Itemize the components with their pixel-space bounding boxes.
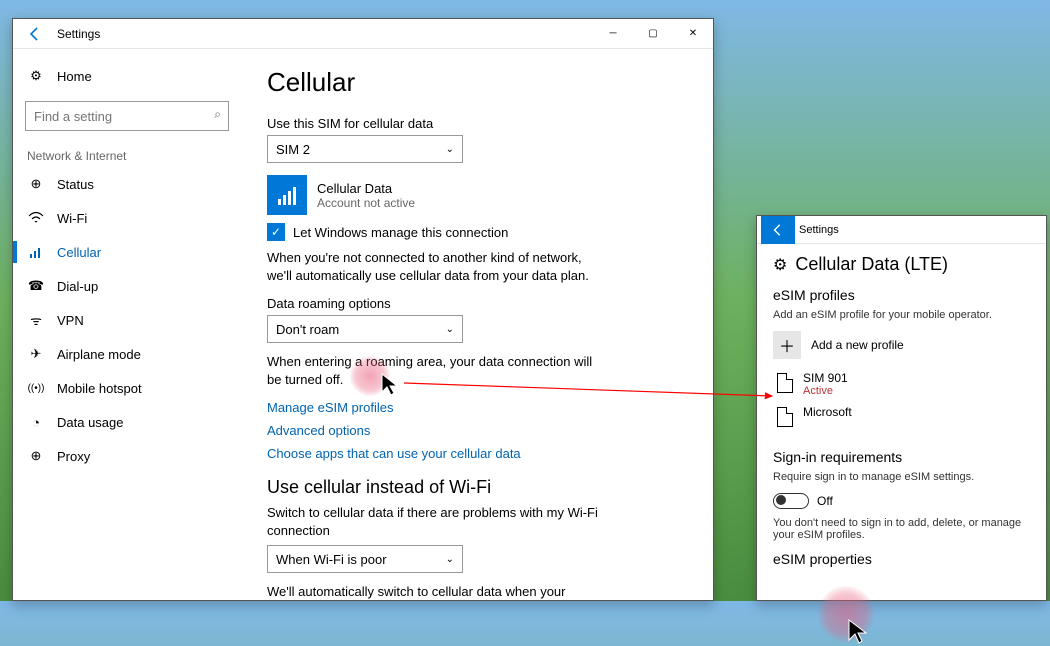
cellular-icon <box>27 245 45 259</box>
sidebar-item-cellular[interactable]: Cellular <box>13 235 241 269</box>
nav-label: Data usage <box>57 415 124 430</box>
fallback-desc1: Switch to cellular data if there are pro… <box>267 504 607 539</box>
fallback-dropdown-value: When Wi-Fi is poor <box>276 552 387 567</box>
roaming-dropdown-label: Data roaming options <box>267 296 687 311</box>
sidebar: ⚙ Home ⌕ Network & Internet ⊕ Status Wi-… <box>13 49 241 600</box>
manage-desc: When you're not connected to another kin… <box>267 249 607 284</box>
search-icon: ⌕ <box>214 107 221 122</box>
signin-req-desc: Require sign in to manage eSIM settings. <box>773 471 1030 483</box>
add-profile-label: Add a new profile <box>811 338 904 352</box>
window-controls: ─ ▢ ✕ <box>593 19 713 49</box>
airplane-icon: ✈ <box>27 346 45 362</box>
add-profile-button[interactable]: ＋ Add a new profile <box>773 331 1030 359</box>
fallback-heading: Use cellular instead of Wi-Fi <box>267 477 687 498</box>
nav-label: VPN <box>57 313 84 328</box>
nav-group-label: Network & Internet <box>13 143 241 167</box>
settings-main-window: Settings ─ ▢ ✕ ⚙ Home ⌕ Network & Intern… <box>12 18 714 601</box>
plus-icon: ＋ <box>773 331 801 359</box>
datausage-icon: ◔ <box>27 415 45 430</box>
globe-icon: ⊕ <box>27 448 45 464</box>
roaming-dropdown[interactable]: Don't roam ⌄ <box>267 315 463 343</box>
sim-dropdown-label: Use this SIM for cellular data <box>267 116 687 131</box>
profile-status: Active <box>803 385 848 397</box>
advanced-options-link[interactable]: Advanced options <box>267 423 687 438</box>
tile-status: Account not active <box>317 196 415 210</box>
manage-connection-checkbox-row[interactable]: ✓ Let Windows manage this connection <box>267 223 687 241</box>
back-button[interactable] <box>17 19 53 49</box>
sidebar-item-airplane[interactable]: ✈ Airplane mode <box>13 337 241 371</box>
tile-title: Cellular Data <box>317 181 415 196</box>
esim-profiles-desc: Add an eSIM profile for your mobile oper… <box>773 309 1030 321</box>
fallback-dropdown[interactable]: When Wi-Fi is poor ⌄ <box>267 545 463 573</box>
page-title: Cellular Data (LTE) <box>795 254 948 275</box>
fallback-desc2: We'll automatically switch to cellular d… <box>267 583 607 600</box>
gear-icon: ⚙ <box>773 255 787 275</box>
sim-card-icon <box>777 373 793 393</box>
sidebar-item-dialup[interactable]: ☎ Dial-up <box>13 269 241 303</box>
sidebar-item-hotspot[interactable]: ((•)) Mobile hotspot <box>13 371 241 405</box>
sidebar-item-status[interactable]: ⊕ Status <box>13 167 241 201</box>
chevron-down-icon: ⌄ <box>446 324 454 335</box>
profile-name: Microsoft <box>803 405 852 419</box>
close-button[interactable]: ✕ <box>673 19 713 49</box>
sim-dropdown[interactable]: SIM 2 ⌄ <box>267 135 463 163</box>
page-title: Cellular <box>267 67 687 98</box>
nav-label: Airplane mode <box>57 347 141 362</box>
chevron-down-icon: ⌄ <box>446 144 454 155</box>
minimize-button[interactable]: ─ <box>593 19 633 49</box>
titlebar: Settings ─ ▢ ✕ <box>13 19 713 49</box>
home-label: Home <box>57 69 92 84</box>
sidebar-item-datausage[interactable]: ◔ Data usage <box>13 405 241 439</box>
settings-esim-window: Settings ⚙ Cellular Data (LTE) eSIM prof… <box>756 215 1047 601</box>
chevron-down-icon: ⌄ <box>446 554 454 565</box>
signal-bars-icon <box>267 175 307 215</box>
toggle-label: Off <box>817 494 833 508</box>
sim-card-icon <box>777 407 793 427</box>
gear-icon: ⚙ <box>27 68 45 84</box>
wifi-icon <box>27 212 45 224</box>
roaming-dropdown-value: Don't roam <box>276 322 339 337</box>
signin-toggle[interactable] <box>773 493 809 509</box>
esim-properties-heading: eSIM properties <box>773 551 1030 567</box>
home-button[interactable]: ⚙ Home <box>13 59 241 93</box>
hotspot-icon: ((•)) <box>27 383 45 394</box>
signin-req-heading: Sign-in requirements <box>773 449 1030 465</box>
nav-label: Cellular <box>57 245 101 260</box>
maximize-button[interactable]: ▢ <box>633 19 673 49</box>
sidebar-item-vpn[interactable]: ᯤ VPN <box>13 303 241 337</box>
search-input[interactable] <box>25 101 229 131</box>
sim-dropdown-value: SIM 2 <box>276 142 310 157</box>
sidebar-item-wifi[interactable]: Wi-Fi <box>13 201 241 235</box>
cellular-data-tile[interactable]: Cellular Data Account not active <box>267 175 687 215</box>
back-button[interactable] <box>761 216 795 244</box>
globe-icon: ⊕ <box>27 176 45 192</box>
nav-label: Dial-up <box>57 279 98 294</box>
esim-profiles-heading: eSIM profiles <box>773 287 1030 303</box>
cursor-icon <box>847 618 871 646</box>
nav-label: Wi-Fi <box>57 211 87 226</box>
manage-esim-link[interactable]: Manage eSIM profiles <box>267 400 687 415</box>
dialup-icon: ☎ <box>27 278 45 294</box>
nav-label: Status <box>57 177 94 192</box>
vpn-icon: ᯤ <box>27 311 45 329</box>
nav-label: Proxy <box>57 449 90 464</box>
profile-name: SIM 901 <box>803 371 848 385</box>
signin-note: You don't need to sign in to add, delete… <box>773 517 1030 541</box>
checkbox-label: Let Windows manage this connection <box>293 225 508 240</box>
titlebar: Settings <box>757 216 1046 244</box>
esim-profile-item[interactable]: SIM 901 Active <box>777 371 1030 397</box>
window-title: Settings <box>799 224 839 236</box>
nav-label: Mobile hotspot <box>57 381 142 396</box>
main-content: Cellular Use this SIM for cellular data … <box>241 49 713 600</box>
sidebar-item-proxy[interactable]: ⊕ Proxy <box>13 439 241 473</box>
roaming-desc: When entering a roaming area, your data … <box>267 353 607 388</box>
esim-profile-item[interactable]: Microsoft <box>777 405 1030 427</box>
choose-apps-link[interactable]: Choose apps that can use your cellular d… <box>267 446 687 461</box>
window-title: Settings <box>57 27 100 41</box>
checkbox-checked-icon: ✓ <box>267 223 285 241</box>
